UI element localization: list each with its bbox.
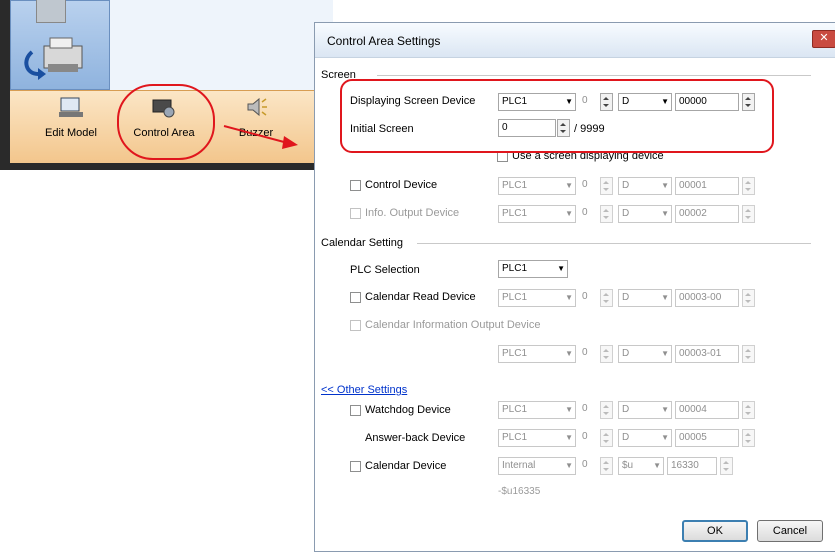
answer-back-address-input[interactable]: 00005 xyxy=(675,429,739,447)
close-icon: ✕ xyxy=(819,32,829,44)
calendar-info-address-input[interactable]: 00003-01 xyxy=(675,345,739,363)
calendar-info-plc-select[interactable]: PLC1 ▼ xyxy=(498,345,576,363)
calendar-read-device-label: Calendar Read Device xyxy=(365,291,476,303)
calendar-device-plc-select[interactable]: Internal ▼ xyxy=(498,457,576,475)
watchdog-device-label: Watchdog Device xyxy=(365,404,451,416)
calendar-info-port[interactable]: 0 xyxy=(579,345,599,363)
calendar-read-address-spinner[interactable] xyxy=(742,289,755,307)
watchdog-address-spinner[interactable] xyxy=(742,401,755,419)
calendar-read-port-spinner[interactable] xyxy=(600,289,613,307)
watchdog-port-spinner[interactable] xyxy=(600,401,613,419)
watchdog-port[interactable]: 0 xyxy=(579,401,599,419)
info-output-device-label: Info. Output Device xyxy=(365,207,460,219)
info-output-port[interactable]: 0 xyxy=(579,205,599,223)
calendar-read-port[interactable]: 0 xyxy=(579,289,599,307)
calendar-device-label: Calendar Device xyxy=(365,460,447,472)
calendar-device-port-spinner[interactable] xyxy=(600,457,613,475)
calendar-device-checkbox[interactable] xyxy=(350,461,361,472)
highlight-box xyxy=(340,79,774,153)
cancel-button[interactable]: Cancel xyxy=(757,520,823,542)
screen-tool-icon[interactable] xyxy=(36,0,66,23)
control-device-plc-select[interactable]: PLC1 ▼ xyxy=(498,177,576,195)
calendar-device-address-input[interactable]: 16330 xyxy=(667,457,717,475)
info-output-plc-select[interactable]: PLC1 ▼ xyxy=(498,205,576,223)
edit-model-button[interactable]: Edit Model xyxy=(36,96,106,139)
calendar-info-device-select[interactable]: D ▼ xyxy=(618,345,672,363)
calendar-section-title: Calendar Setting xyxy=(321,237,403,249)
other-settings-link[interactable]: << Other Settings xyxy=(321,384,407,396)
chevron-down-icon: ▼ xyxy=(557,264,565,273)
answer-back-address-spinner[interactable] xyxy=(742,429,755,447)
control-device-checkbox[interactable] xyxy=(350,180,361,191)
calendar-info-output-label: Calendar Information Output Device xyxy=(365,319,541,331)
watchdog-device-select[interactable]: D ▼ xyxy=(618,401,672,419)
dialog-titlebar[interactable]: Control Area Settings ✕ xyxy=(315,23,835,58)
highlight-circle xyxy=(117,84,215,160)
watchdog-device-checkbox[interactable] xyxy=(350,405,361,416)
calendar-section: Calendar Setting xyxy=(321,237,811,249)
dialog-title: Control Area Settings xyxy=(327,34,441,48)
calendar-read-device-select[interactable]: D ▼ xyxy=(618,289,672,307)
calendar-device-note: -$u16335 xyxy=(498,486,541,497)
answer-back-port-spinner[interactable] xyxy=(600,429,613,447)
info-output-address-spinner[interactable] xyxy=(742,205,755,223)
control-device-port[interactable]: 0 xyxy=(579,177,599,195)
edit-model-label: Edit Model xyxy=(45,127,97,139)
plc-selection-select[interactable]: PLC1 ▼ xyxy=(498,260,568,278)
control-device-address-spinner[interactable] xyxy=(742,177,755,195)
watchdog-address-input[interactable]: 00004 xyxy=(675,401,739,419)
control-device-address-input[interactable]: 00001 xyxy=(675,177,739,195)
plc-selection-label: PLC Selection xyxy=(350,264,420,276)
info-output-address-input[interactable]: 00002 xyxy=(675,205,739,223)
buzzer-icon xyxy=(247,97,267,117)
calendar-read-address-input[interactable]: 00003-00 xyxy=(675,289,739,307)
transfer-printer-icon[interactable] xyxy=(20,34,92,80)
edit-model-icon xyxy=(59,97,83,117)
ok-button[interactable]: OK xyxy=(682,520,748,542)
close-button[interactable]: ✕ xyxy=(812,30,835,48)
calendar-device-port[interactable]: 0 xyxy=(579,457,599,475)
calendar-read-device-checkbox[interactable] xyxy=(350,292,361,303)
calendar-device-address-spinner[interactable] xyxy=(720,457,733,475)
answer-back-port[interactable]: 0 xyxy=(579,429,599,447)
answer-back-plc-select[interactable]: PLC1 ▼ xyxy=(498,429,576,447)
answer-back-device-select[interactable]: D ▼ xyxy=(618,429,672,447)
calendar-read-plc-select[interactable]: PLC1 ▼ xyxy=(498,289,576,307)
calendar-device-device-select[interactable]: $u ▼ xyxy=(618,457,664,475)
info-output-device-checkbox[interactable] xyxy=(350,208,361,219)
control-device-port-spinner[interactable] xyxy=(600,177,613,195)
calendar-info-output-checkbox[interactable] xyxy=(350,320,361,331)
control-device-device-select[interactable]: D ▼ xyxy=(618,177,672,195)
control-device-label: Control Device xyxy=(365,179,438,191)
calendar-info-port-spinner[interactable] xyxy=(600,345,613,363)
info-output-device-select[interactable]: D ▼ xyxy=(618,205,672,223)
watchdog-plc-select[interactable]: PLC1 ▼ xyxy=(498,401,576,419)
info-output-port-spinner[interactable] xyxy=(600,205,613,223)
answer-back-device-label: Answer-back Device xyxy=(365,432,466,444)
calendar-info-address-spinner[interactable] xyxy=(742,345,755,363)
